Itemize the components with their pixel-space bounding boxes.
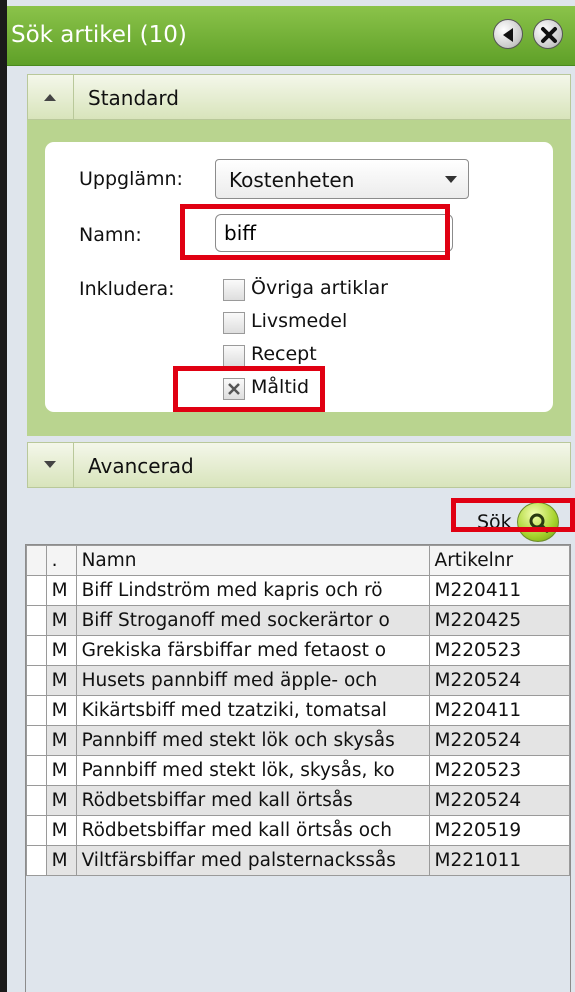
close-icon [541, 27, 557, 43]
row-selector[interactable] [26, 575, 47, 606]
table-row[interactable]: M Pannbiff med stekt lök, skysås, ko M22… [26, 755, 571, 786]
advanced-section-header[interactable]: Avancerad [27, 442, 571, 488]
table-row[interactable]: M Husets pannbiff med äpple- och M220524 [26, 665, 571, 696]
row-selector[interactable] [26, 785, 47, 816]
collapse-left-button[interactable] [493, 19, 523, 49]
livsmedel-label: Livsmedel [251, 310, 348, 332]
row-artikelnr: M220523 [428, 755, 571, 786]
row-selector-header [26, 545, 47, 576]
row-artikelnr: M220519 [428, 815, 571, 846]
row-type: M [45, 695, 77, 726]
window-left-border [0, 0, 7, 992]
row-artikelnr: M220425 [428, 605, 571, 636]
recept-label: Recept [251, 343, 317, 365]
row-type: M [45, 725, 77, 756]
row-name: Biff Stroganoff med sockerärtor o [75, 605, 430, 636]
row-selector[interactable] [26, 605, 47, 636]
row-selector[interactable] [26, 725, 47, 756]
standard-collapse-toggle[interactable] [28, 75, 74, 119]
ovriga-artiklar-label: Övriga artiklar [251, 277, 388, 299]
row-artikelnr: M220524 [428, 665, 571, 696]
column-header-type[interactable]: . [45, 545, 77, 576]
row-artikelnr: M220411 [428, 695, 571, 726]
column-header-artikelnr[interactable]: Artikelnr [428, 545, 571, 576]
row-type: M [45, 665, 77, 696]
row-type: M [45, 755, 77, 786]
row-selector[interactable] [26, 695, 47, 726]
row-artikelnr: M221011 [428, 845, 571, 876]
advanced-expand-toggle[interactable] [28, 443, 74, 487]
inkludera-label: Inkludera: [79, 278, 175, 300]
row-selector[interactable] [26, 845, 47, 876]
ovriga-artiklar-checkbox[interactable] [223, 279, 245, 301]
row-name: Pannbiff med stekt lök och skysås [75, 725, 430, 756]
row-name: Husets pannbiff med äpple- och [75, 665, 430, 696]
highlight-namn-field [180, 204, 450, 260]
arrow-left-icon [503, 28, 513, 42]
row-type: M [45, 845, 77, 876]
table-row[interactable]: M Kikärtsbiff med tzatziki, tomatsal M22… [26, 695, 571, 726]
highlight-maltid-checkbox [173, 366, 325, 412]
uppglamn-label: Uppglämn: [79, 168, 183, 190]
row-name: Kikärtsbiff med tzatziki, tomatsal [75, 695, 430, 726]
livsmedel-checkbox[interactable] [223, 312, 245, 334]
row-artikelnr: M220411 [428, 575, 571, 606]
row-selector[interactable] [26, 635, 47, 666]
row-name: Biff Lindström med kapris och rö [75, 575, 430, 606]
chevron-down-icon [445, 176, 457, 183]
row-name: Grekiska färsbiffar med fetaost o [75, 635, 430, 666]
row-name: Rödbetsbiffar med kall örtsås och [75, 815, 430, 846]
namn-label: Namn: [79, 224, 142, 246]
table-row[interactable]: M Rödbetsbiffar med kall örtsås M220524 [26, 785, 571, 816]
uppglamn-value: Kostenheten [229, 168, 355, 192]
row-name: Viltfärsbiffar med palsternackssås [75, 845, 430, 876]
table-row[interactable]: M Biff Stroganoff med sockerärtor o M220… [26, 605, 571, 636]
close-button[interactable] [533, 19, 563, 49]
table-row[interactable]: M Viltfärsbiffar med palsternackssås M22… [26, 845, 571, 876]
column-header-namn[interactable]: Namn [75, 545, 430, 576]
table-row[interactable]: M Grekiska färsbiffar med fetaost o M220… [26, 635, 571, 666]
title-bar: Sök artikel (10) [7, 6, 575, 66]
table-row[interactable]: M Biff Lindström med kapris och rö M2204… [26, 575, 571, 606]
row-name: Pannbiff med stekt lök, skysås, ko [75, 755, 430, 786]
results-table: . Namn Artikelnr M Biff Lindström med ka… [26, 545, 571, 876]
standard-section-header[interactable]: Standard [27, 74, 571, 120]
results-grid: . Namn Artikelnr M Biff Lindström med ka… [25, 544, 571, 992]
table-header-row: . Namn Artikelnr [26, 545, 571, 576]
table-row[interactable]: M Pannbiff med stekt lök och skysås M220… [26, 725, 571, 756]
row-selector[interactable] [26, 665, 47, 696]
window-title: Sök artikel (10) [11, 22, 187, 48]
recept-checkbox[interactable] [223, 345, 245, 367]
row-name: Rödbetsbiffar med kall örtsås [75, 785, 430, 816]
row-type: M [45, 635, 77, 666]
row-selector[interactable] [26, 815, 47, 846]
advanced-section-label: Avancerad [88, 454, 194, 478]
table-row[interactable]: M Rödbetsbiffar med kall örtsås och M220… [26, 815, 571, 846]
search-article-panel: Sök artikel (10) Standard Uppglämn: Kost… [7, 0, 575, 992]
chevron-down-icon [44, 461, 56, 468]
uppglamn-dropdown[interactable]: Kostenheten [215, 159, 469, 199]
standard-section-label: Standard [88, 86, 179, 110]
row-artikelnr: M220524 [428, 725, 571, 756]
row-type: M [45, 785, 77, 816]
row-artikelnr: M220523 [428, 635, 571, 666]
highlight-search-button [451, 498, 575, 532]
row-artikelnr: M220524 [428, 785, 571, 816]
row-selector[interactable] [26, 755, 47, 786]
row-type: M [45, 605, 77, 636]
chevron-up-icon [44, 94, 56, 101]
row-type: M [45, 815, 77, 846]
row-type: M [45, 575, 77, 606]
